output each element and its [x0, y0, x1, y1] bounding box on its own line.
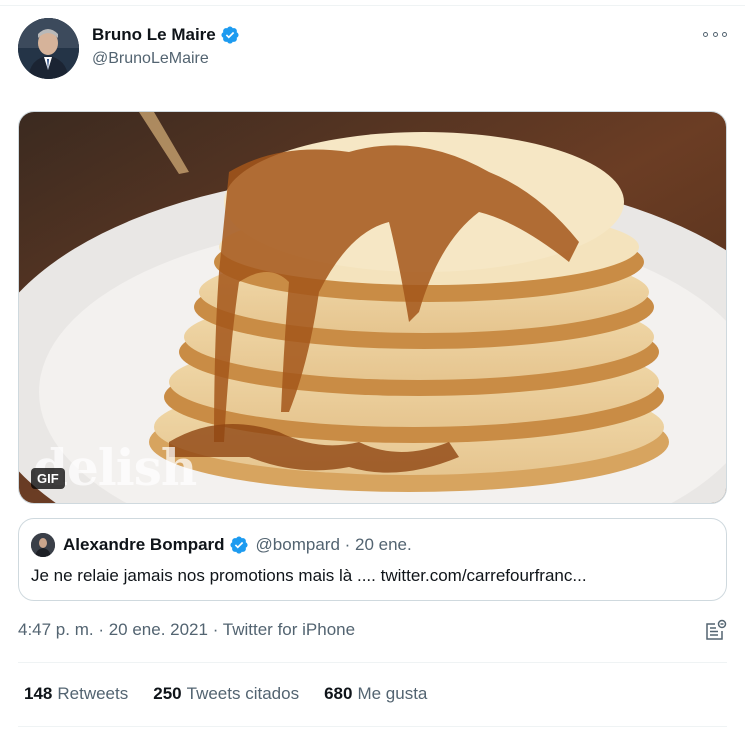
quoted-author-name: Alexandre Bompard	[63, 535, 225, 554]
stat-value: 680	[324, 684, 353, 703]
tweet-meta: 4:47 p. m. · 20 ene. 2021 · Twitter for …	[18, 620, 355, 640]
likes-stat[interactable]: 680 Me gusta	[324, 684, 427, 704]
verified-badge-icon	[230, 536, 248, 554]
stat-label: Retweets	[57, 684, 129, 703]
quote-tweets-stat[interactable]: 250 Tweets citados	[153, 684, 299, 704]
more-dot	[712, 31, 718, 37]
divider	[18, 662, 727, 663]
retweets-stat[interactable]: 148 Retweets	[24, 684, 128, 704]
quoted-tweet-text: Je ne relaie jamais nos promotions mais …	[31, 566, 587, 585]
more-icon[interactable]	[703, 24, 727, 44]
author-name-row[interactable]: Bruno Le Maire	[92, 25, 240, 45]
more-dot	[703, 31, 708, 37]
author-handle[interactable]: @BrunoLeMaire	[92, 50, 209, 68]
tweet-stats: 148 Retweets 250 Tweets citados 680 Me gust…	[24, 684, 452, 704]
tweet-source[interactable]: Twitter for iPhone	[223, 620, 355, 639]
verified-badge-icon	[221, 26, 239, 44]
quoted-header: Alexandre Bompard @bompard · 20 ene.	[63, 535, 412, 555]
meta-separator: ·	[207, 620, 223, 639]
analytics-icon[interactable]	[703, 619, 727, 643]
divider	[18, 726, 727, 727]
tweet-timestamp[interactable]: 4:47 p. m. · 20 ene. 2021	[18, 620, 208, 639]
quoted-author-avatar	[31, 533, 55, 557]
quoted-author-handle-date: @bompard · 20 ene.	[255, 535, 412, 554]
more-dot	[722, 31, 727, 37]
author-avatar[interactable]	[18, 18, 79, 79]
quoted-tweet[interactable]: Alexandre Bompard @bompard · 20 ene. Je …	[18, 518, 727, 601]
stat-value: 250	[153, 684, 182, 703]
stat-value: 148	[24, 684, 53, 703]
stat-label: Tweets citados	[186, 684, 300, 703]
top-border	[0, 5, 745, 6]
tweet-media-gif[interactable]: delish GIF	[18, 111, 727, 504]
author-name[interactable]: Bruno Le Maire	[92, 25, 216, 45]
stat-label: Me gusta	[357, 684, 428, 703]
gif-badge: GIF	[31, 468, 65, 489]
